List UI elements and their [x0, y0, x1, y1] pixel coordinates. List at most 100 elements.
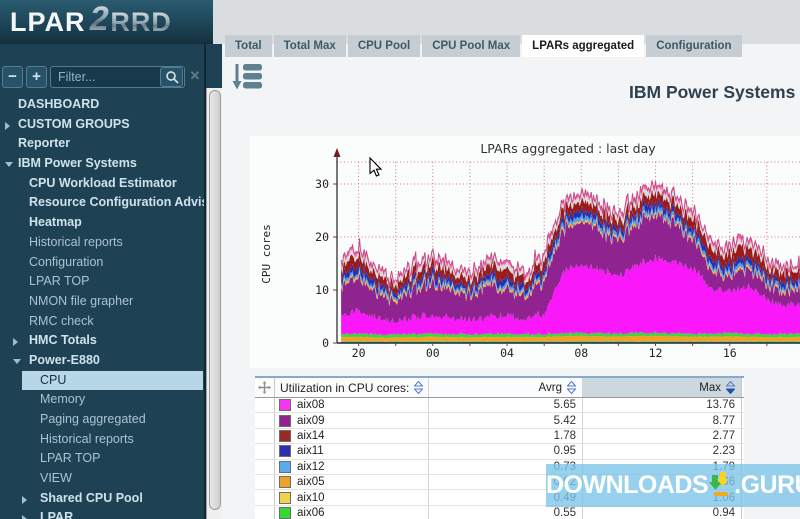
sidebar-item-label: Shared CPU Pool	[40, 489, 143, 509]
sidebar-item-custom-groups[interactable]: CUSTOM GROUPS	[0, 115, 206, 135]
sidebar-item-cpu-workload-estimator[interactable]: CPU Workload Estimator	[0, 174, 206, 194]
lpar-name-cell: aix05	[275, 475, 429, 489]
cpu-usage-chart: LPARs aggregated : last day2000040812160…	[250, 136, 800, 368]
row-spacer	[255, 506, 275, 519]
sidebar-item-hmc-totals[interactable]: HMC Totals	[0, 331, 206, 351]
lpar-name-cell: aix11	[275, 444, 429, 458]
max-value: 0.94	[583, 506, 742, 519]
max-value: 13.76	[583, 398, 742, 412]
sidebar-item-historical-reports[interactable]: Historical reports	[0, 430, 206, 450]
sidebar-item-lpar[interactable]: LPAR	[0, 508, 206, 519]
tab-lpars-aggregated[interactable]: LPARs aggregated	[522, 35, 644, 57]
tab-cpu-pool[interactable]: CPU Pool	[348, 35, 420, 57]
sidebar-item-label: IBM Power Systems	[18, 154, 137, 174]
sidebar-item-shared-cpu-pool[interactable]: Shared CPU Pool	[0, 489, 206, 509]
sidebar-item-historical-reports[interactable]: Historical reports	[0, 233, 206, 253]
sort-icon[interactable]	[567, 381, 576, 394]
filter-clear-button[interactable]: ✕	[188, 68, 202, 84]
chevron-right-icon[interactable]	[5, 122, 10, 130]
y-tick-label: 0	[322, 336, 329, 350]
sidebar-item-lpar-top[interactable]: LPAR TOP	[0, 449, 206, 469]
sidebar-item-label: Configuration	[29, 253, 103, 273]
max-value: 2.77	[583, 429, 742, 443]
watermark-banner: DOWNLOADS .GURU	[546, 464, 800, 507]
sidebar-item-label: LPAR	[40, 508, 73, 519]
row-spacer	[255, 475, 275, 489]
table-row-aix14[interactable]: aix141.782.77	[255, 429, 744, 444]
sidebar-item-label: LPAR TOP	[29, 272, 89, 292]
chevron-down-icon[interactable]	[13, 359, 21, 364]
color-swatch	[279, 476, 291, 488]
sidebar-scrollbar[interactable]	[206, 88, 222, 519]
sidebar-item-label: VIEW	[40, 469, 72, 489]
table-drag-handle[interactable]	[255, 378, 275, 397]
color-swatch	[279, 399, 291, 411]
sidebar-item-heatmap[interactable]: Heatmap	[0, 213, 206, 233]
sidebar-item-rmc-check[interactable]: RMC check	[0, 312, 206, 332]
sidebar-item-configuration[interactable]: Configuration	[0, 253, 206, 273]
collapse-menu-icon	[232, 61, 264, 93]
sidebar: − + ✕ DASHBOARDCUSTOM GROUPSReporterIBM …	[0, 44, 222, 519]
sidebar-item-view[interactable]: VIEW	[0, 469, 206, 489]
tab-total[interactable]: Total	[225, 35, 272, 57]
column-header-label: Utilization in CPU cores:	[280, 381, 409, 395]
sidebar-item-memory[interactable]: Memory	[0, 390, 206, 410]
y-tick-label: 20	[315, 230, 329, 244]
table-row-aix08[interactable]: aix085.6513.76	[255, 398, 744, 413]
move-icon[interactable]	[258, 381, 271, 394]
lpar-name-cell: aix09	[275, 413, 429, 427]
sidebar-item-label: Power-E880	[29, 351, 100, 371]
sidebar-item-power-e880[interactable]: Power-E880	[0, 351, 206, 371]
chevron-right-icon[interactable]	[22, 515, 27, 519]
lpar-name-cell: aix10	[275, 490, 429, 504]
x-tick-label: 08	[574, 346, 588, 360]
sort-icon[interactable]	[414, 381, 423, 394]
y-axis-label: CPU cores	[260, 224, 273, 284]
lpar-name: aix06	[297, 507, 325, 519]
tab-cpu-pool-max[interactable]: CPU Pool Max	[422, 35, 520, 57]
table-row-aix09[interactable]: aix095.428.77	[255, 413, 744, 428]
tab-configuration[interactable]: Configuration	[646, 35, 741, 57]
y-tick-label: 10	[315, 283, 329, 297]
chevron-right-icon[interactable]	[13, 338, 18, 346]
sidebar-item-label: Memory	[40, 390, 85, 410]
color-swatch	[279, 461, 291, 473]
row-spacer	[255, 398, 275, 412]
tab-total-max[interactable]: Total Max	[274, 35, 346, 57]
lpar-name: aix14	[297, 430, 325, 442]
hide-menu-button[interactable]	[232, 61, 264, 93]
chevron-right-icon[interactable]	[22, 496, 27, 504]
sort-icon[interactable]	[726, 381, 735, 394]
search-button[interactable]	[160, 67, 183, 87]
column-header-max[interactable]: Max	[583, 378, 742, 397]
sidebar-item-nmon-file-grapher[interactable]: NMON file grapher	[0, 292, 206, 312]
sidebar-item-cpu[interactable]: CPU	[0, 371, 206, 391]
sidebar-item-paging-aggregated[interactable]: Paging aggregated	[0, 410, 206, 430]
column-header-utilization[interactable]: Utilization in CPU cores:	[275, 378, 429, 397]
sidebar-item-resource-configuration-advisor[interactable]: Resource Configuration Advisor	[0, 193, 206, 213]
color-swatch	[279, 430, 291, 442]
tree-expand-all-button[interactable]: +	[26, 66, 47, 88]
tree-collapse-all-button[interactable]: −	[2, 66, 23, 88]
lpar-name: aix05	[297, 476, 325, 488]
sidebar-scrollbar-thumb[interactable]	[209, 90, 221, 510]
sidebar-item-label: CUSTOM GROUPS	[18, 115, 130, 135]
sidebar-item-reporter[interactable]: Reporter	[0, 134, 206, 154]
max-value: 8.77	[583, 413, 742, 427]
sidebar-item-label: Historical reports	[29, 233, 123, 253]
x-tick-label: 04	[500, 346, 514, 360]
lpar2rrd-logo: LPAR2RRD	[0, 0, 213, 44]
sidebar-item-dashboard[interactable]: DASHBOARD	[0, 95, 206, 115]
sidebar-item-lpar-top[interactable]: LPAR TOP	[0, 272, 206, 292]
chevron-down-icon[interactable]	[5, 162, 13, 167]
table-row-aix11[interactable]: aix110.952.23	[255, 444, 744, 459]
lpar-name-cell: aix14	[275, 429, 429, 443]
sidebar-item-label: Paging aggregated	[40, 410, 146, 430]
table-row-aix06[interactable]: aix060.550.94	[255, 506, 744, 519]
page-title: IBM Power Systems	[629, 82, 795, 103]
row-spacer	[255, 413, 275, 427]
column-header-avrg[interactable]: Avrg	[429, 378, 583, 397]
mouse-cursor	[370, 158, 381, 176]
sidebar-item-ibm-power-systems[interactable]: IBM Power Systems	[0, 154, 206, 174]
lpar-name-cell: aix08	[275, 398, 429, 412]
